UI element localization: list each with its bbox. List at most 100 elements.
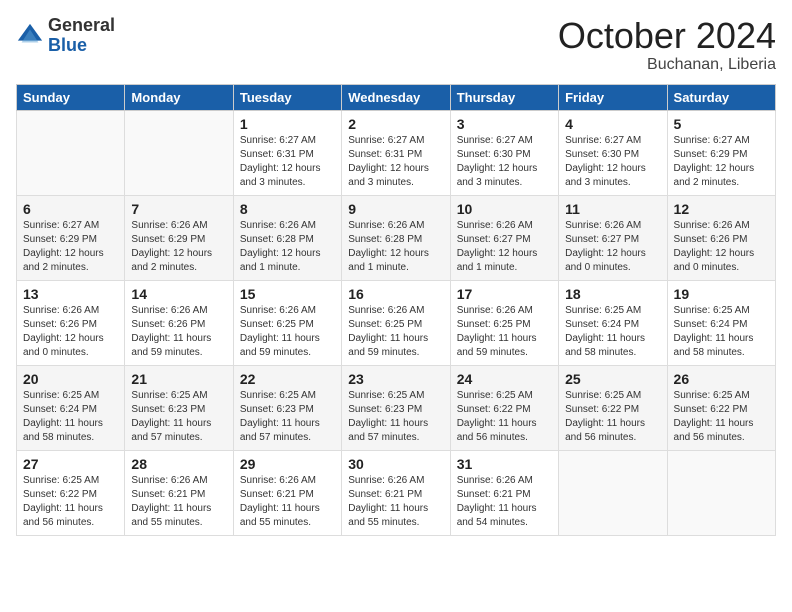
day-number: 15 xyxy=(240,286,335,302)
day-info: Sunrise: 6:27 AM Sunset: 6:30 PM Dayligh… xyxy=(457,134,552,190)
calendar-cell: 3 Sunrise: 6:27 AM Sunset: 6:30 PM Daylig… xyxy=(450,110,558,195)
calendar-cell: 6 Sunrise: 6:27 AM Sunset: 6:29 PM Daylig… xyxy=(17,195,125,280)
day-info: Sunrise: 6:25 AM Sunset: 6:24 PM Dayligh… xyxy=(23,389,118,445)
day-info: Sunrise: 6:27 AM Sunset: 6:29 PM Dayligh… xyxy=(674,134,769,190)
calendar-cell: 17 Sunrise: 6:26 AM Sunset: 6:25 PM Dayli… xyxy=(450,280,558,365)
day-number: 17 xyxy=(457,286,552,302)
day-number: 31 xyxy=(457,456,552,472)
day-number: 6 xyxy=(23,201,118,217)
logo-blue-text: Blue xyxy=(48,36,115,56)
day-number: 19 xyxy=(674,286,769,302)
day-number: 3 xyxy=(457,116,552,132)
day-info: Sunrise: 6:25 AM Sunset: 6:22 PM Dayligh… xyxy=(23,474,118,530)
calendar-cell: 27 Sunrise: 6:25 AM Sunset: 6:22 PM Dayli… xyxy=(17,450,125,535)
month-title: October 2024 xyxy=(558,16,776,56)
calendar-cell: 9 Sunrise: 6:26 AM Sunset: 6:28 PM Daylig… xyxy=(342,195,450,280)
logo-text: General Blue xyxy=(48,16,115,56)
calendar-cell: 7 Sunrise: 6:26 AM Sunset: 6:29 PM Daylig… xyxy=(125,195,233,280)
calendar-cell: 4 Sunrise: 6:27 AM Sunset: 6:30 PM Daylig… xyxy=(559,110,667,195)
calendar-header: SundayMondayTuesdayWednesdayThursdayFrid… xyxy=(17,84,776,110)
calendar-body: 1Sunrise: 6:27 AM Sunset: 6:31 PM Daylig… xyxy=(17,110,776,535)
day-number: 20 xyxy=(23,371,118,387)
calendar-cell: 18Sunrise: 6:25 AM Sunset: 6:24 PM Dayli… xyxy=(559,280,667,365)
day-info: Sunrise: 6:26 AM Sunset: 6:26 PM Dayligh… xyxy=(131,304,226,360)
day-info: Sunrise: 6:26 AM Sunset: 6:25 PM Dayligh… xyxy=(240,304,335,360)
day-info: Sunrise: 6:26 AM Sunset: 6:21 PM Dayligh… xyxy=(131,474,226,530)
calendar-cell: 24 Sunrise: 6:25 AM Sunset: 6:22 PM Dayli… xyxy=(450,365,558,450)
title-area: October 2024 Buchanan, Liberia xyxy=(558,16,776,74)
day-info: Sunrise: 6:25 AM Sunset: 6:22 PM Dayligh… xyxy=(457,389,552,445)
day-number: 14 xyxy=(131,286,226,302)
day-info: Sunrise: 6:26 AM Sunset: 6:27 PM Dayligh… xyxy=(565,219,660,275)
weekday-header-thursday: Thursday xyxy=(450,84,558,110)
day-info: Sunrise: 6:25 AM Sunset: 6:24 PM Dayligh… xyxy=(674,304,769,360)
calendar-cell: 30 Sunrise: 6:26 AM Sunset: 6:21 PM Dayli… xyxy=(342,450,450,535)
day-info: Sunrise: 6:25 AM Sunset: 6:22 PM Dayligh… xyxy=(565,389,660,445)
day-number: 8 xyxy=(240,201,335,217)
day-number: 29 xyxy=(240,456,335,472)
day-info: Sunrise: 6:26 AM Sunset: 6:28 PM Dayligh… xyxy=(348,219,443,275)
logo: General Blue xyxy=(16,16,115,56)
calendar-cell: 8 Sunrise: 6:26 AM Sunset: 6:28 PM Daylig… xyxy=(233,195,341,280)
day-number: 7 xyxy=(131,201,226,217)
weekday-header-row: SundayMondayTuesdayWednesdayThursdayFrid… xyxy=(17,84,776,110)
calendar-cell xyxy=(17,110,125,195)
weekday-header-sunday: Sunday xyxy=(17,84,125,110)
day-info: Sunrise: 6:26 AM Sunset: 6:21 PM Dayligh… xyxy=(240,474,335,530)
calendar-week-row: 6 Sunrise: 6:27 AM Sunset: 6:29 PM Daylig… xyxy=(17,195,776,280)
day-info: Sunrise: 6:26 AM Sunset: 6:26 PM Dayligh… xyxy=(23,304,118,360)
day-number: 13 xyxy=(23,286,118,302)
calendar-cell: 5 Sunrise: 6:27 AM Sunset: 6:29 PM Daylig… xyxy=(667,110,775,195)
calendar-cell: 31 Sunrise: 6:26 AM Sunset: 6:21 PM Dayli… xyxy=(450,450,558,535)
weekday-header-monday: Monday xyxy=(125,84,233,110)
calendar-cell: 19 Sunrise: 6:25 AM Sunset: 6:24 PM Dayli… xyxy=(667,280,775,365)
day-info: Sunrise: 6:26 AM Sunset: 6:25 PM Dayligh… xyxy=(457,304,552,360)
weekday-header-wednesday: Wednesday xyxy=(342,84,450,110)
calendar-week-row: 20 Sunrise: 6:25 AM Sunset: 6:24 PM Dayli… xyxy=(17,365,776,450)
day-info: Sunrise: 6:25 AM Sunset: 6:23 PM Dayligh… xyxy=(131,389,226,445)
day-number: 26 xyxy=(674,371,769,387)
day-number: 11 xyxy=(565,201,660,217)
calendar-week-row: 27 Sunrise: 6:25 AM Sunset: 6:22 PM Dayli… xyxy=(17,450,776,535)
day-number: 1 xyxy=(240,116,335,132)
logo-general-text: General xyxy=(48,16,115,36)
calendar-cell: 11 Sunrise: 6:26 AM Sunset: 6:27 PM Dayli… xyxy=(559,195,667,280)
day-number: 30 xyxy=(348,456,443,472)
calendar-cell: 29 Sunrise: 6:26 AM Sunset: 6:21 PM Dayli… xyxy=(233,450,341,535)
calendar-cell: 12Sunrise: 6:26 AM Sunset: 6:26 PM Dayli… xyxy=(667,195,775,280)
day-info: Sunrise: 6:26 AM Sunset: 6:21 PM Dayligh… xyxy=(457,474,552,530)
day-info: Sunrise: 6:27 AM Sunset: 6:29 PM Dayligh… xyxy=(23,219,118,275)
calendar-cell: 25 Sunrise: 6:25 AM Sunset: 6:22 PM Dayli… xyxy=(559,365,667,450)
calendar-cell: 26 Sunrise: 6:25 AM Sunset: 6:22 PM Dayli… xyxy=(667,365,775,450)
day-number: 24 xyxy=(457,371,552,387)
day-number: 5 xyxy=(674,116,769,132)
day-info: Sunrise: 6:26 AM Sunset: 6:29 PM Dayligh… xyxy=(131,219,226,275)
calendar-cell: 15 Sunrise: 6:26 AM Sunset: 6:25 PM Dayli… xyxy=(233,280,341,365)
day-info: Sunrise: 6:25 AM Sunset: 6:24 PM Dayligh… xyxy=(565,304,660,360)
calendar-cell: 23 Sunrise: 6:25 AM Sunset: 6:23 PM Dayli… xyxy=(342,365,450,450)
calendar-week-row: 1Sunrise: 6:27 AM Sunset: 6:31 PM Daylig… xyxy=(17,110,776,195)
weekday-header-tuesday: Tuesday xyxy=(233,84,341,110)
calendar-cell: 1Sunrise: 6:27 AM Sunset: 6:31 PM Daylig… xyxy=(233,110,341,195)
day-info: Sunrise: 6:25 AM Sunset: 6:23 PM Dayligh… xyxy=(240,389,335,445)
day-info: Sunrise: 6:26 AM Sunset: 6:28 PM Dayligh… xyxy=(240,219,335,275)
day-info: Sunrise: 6:26 AM Sunset: 6:21 PM Dayligh… xyxy=(348,474,443,530)
weekday-header-friday: Friday xyxy=(559,84,667,110)
day-number: 10 xyxy=(457,201,552,217)
day-info: Sunrise: 6:27 AM Sunset: 6:30 PM Dayligh… xyxy=(565,134,660,190)
calendar-cell: 2Sunrise: 6:27 AM Sunset: 6:31 PM Daylig… xyxy=(342,110,450,195)
location-title: Buchanan, Liberia xyxy=(558,56,776,74)
day-info: Sunrise: 6:25 AM Sunset: 6:22 PM Dayligh… xyxy=(674,389,769,445)
page-header: General Blue October 2024 Buchanan, Libe… xyxy=(16,16,776,74)
day-number: 23 xyxy=(348,371,443,387)
day-info: Sunrise: 6:25 AM Sunset: 6:23 PM Dayligh… xyxy=(348,389,443,445)
day-number: 25 xyxy=(565,371,660,387)
weekday-header-saturday: Saturday xyxy=(667,84,775,110)
day-number: 9 xyxy=(348,201,443,217)
day-number: 27 xyxy=(23,456,118,472)
calendar-cell: 28Sunrise: 6:26 AM Sunset: 6:21 PM Dayli… xyxy=(125,450,233,535)
calendar-cell: 14 Sunrise: 6:26 AM Sunset: 6:26 PM Dayli… xyxy=(125,280,233,365)
day-number: 4 xyxy=(565,116,660,132)
calendar-cell xyxy=(667,450,775,535)
day-number: 2 xyxy=(348,116,443,132)
